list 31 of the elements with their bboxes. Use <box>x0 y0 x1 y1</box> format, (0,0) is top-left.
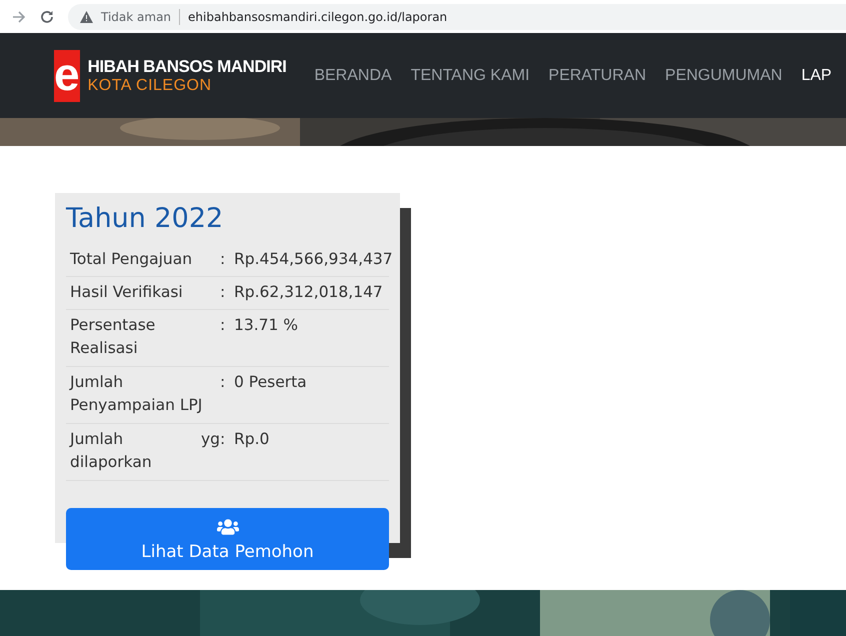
colon-separator: : <box>220 429 226 450</box>
row-value: 13.71 % <box>234 315 300 336</box>
nav-link[interactable]: TENTANG KAMI <box>410 66 530 84</box>
colon-separator: : <box>220 315 226 336</box>
row-label: Hasil Verifikasi <box>70 282 184 303</box>
warning-icon <box>80 10 93 22</box>
colon-separator: : <box>220 249 226 270</box>
reload-icon[interactable] <box>40 10 54 24</box>
nav-link[interactable]: PENGUMUMAN <box>665 66 782 84</box>
row-value: Rp.0 <box>234 429 270 450</box>
address-bar[interactable]: Tidak aman ehibahbansosmandiri.cilegon.go.id/laporan <box>68 4 846 30</box>
colon-separator: : <box>220 372 226 393</box>
brand-title: HIBAH BANSOS MANDIRI <box>88 56 286 76</box>
nav-link[interactable]: PERATURAN <box>548 66 646 84</box>
row-label: Total Pengajuan <box>70 249 194 270</box>
forward-arrow-icon[interactable] <box>12 10 26 22</box>
security-label: Tidak aman <box>101 10 172 24</box>
colon-separator: : <box>220 282 226 303</box>
row-label: Jumlah yg dilaporkan <box>70 429 220 473</box>
logo: e <box>54 50 80 102</box>
row-value: 0 Peserta <box>234 372 308 393</box>
view-applicants-button[interactable]: Lihat Data Pemohon <box>66 508 389 570</box>
url-text: ehibahbansosmandiri.cilegon.go.id/laporan <box>188 10 448 24</box>
brand-subtitle: KOTA CILEGON <box>88 76 213 94</box>
nav-link[interactable]: LAP <box>801 66 832 84</box>
card-title: Tahun 2022 <box>66 203 224 234</box>
nav-link[interactable]: BERANDA <box>314 66 392 84</box>
row-label: Persentase Realisasi <box>70 315 156 359</box>
row-value: Rp.62,312,018,147 <box>234 282 384 303</box>
row-label: Jumlah Penyampaian LPJ <box>70 372 204 416</box>
row-value: Rp.454,566,934,437 <box>234 249 393 270</box>
